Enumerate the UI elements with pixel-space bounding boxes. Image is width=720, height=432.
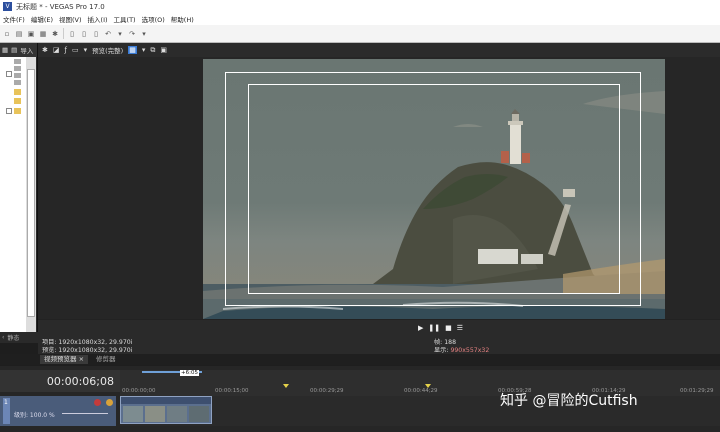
close-tab-icon[interactable]: × <box>79 355 84 363</box>
frame-info: 帧: 188 <box>434 339 457 346</box>
menu-help[interactable]: 帮助(H) <box>171 14 194 24</box>
stop-icon[interactable]: ■ <box>445 324 452 332</box>
explorer-copy-icon[interactable]: ▤ <box>11 46 17 54</box>
track-level-slider[interactable] <box>62 413 108 414</box>
menu-view[interactable]: 视图(V) <box>59 14 82 24</box>
vegas-app-icon: V <box>3 2 12 11</box>
ruler-tick-label: 00:01:29;29 <box>680 388 714 394</box>
explorer-grid-icon[interactable]: ▦ <box>2 46 8 54</box>
explorer-scrollbar[interactable] <box>26 57 36 332</box>
explorer-footer: ‹ 静态 <box>0 332 38 343</box>
import-label[interactable]: 导入 <box>20 45 33 55</box>
new-file-icon[interactable]: ▫ <box>3 30 11 38</box>
explorer-tree[interactable] <box>0 57 26 332</box>
video-preview-area <box>38 57 720 319</box>
video-track-header[interactable]: 1 级别: 100.0 % <box>0 396 116 426</box>
preview-stats-right: 帧: 188 显示: 990x557x32 <box>434 339 489 355</box>
display-label: 显示: <box>434 347 451 354</box>
fx-icon[interactable]: ƒ <box>65 46 67 54</box>
grid-overlay-icon[interactable]: ▦ <box>128 46 137 54</box>
video-clip[interactable] <box>120 396 212 424</box>
grid-dropdown-icon[interactable]: ▾ <box>142 46 146 54</box>
folder-icon[interactable] <box>14 108 21 114</box>
menu-edit[interactable]: 编辑(E) <box>31 14 53 24</box>
toolbar-divider <box>63 28 64 39</box>
quality-dropdown-icon[interactable]: ▾ <box>84 46 88 54</box>
scroll-left-icon[interactable]: ‹ <box>2 334 4 341</box>
ruler-tick-label: 00:00:15;00 <box>215 388 249 394</box>
track-number-strip: 1 <box>3 398 10 424</box>
preview-settings-gear-icon[interactable]: ✱ <box>42 46 48 54</box>
paste-icon[interactable]: ▯ <box>92 30 100 38</box>
redo-dropdown-icon[interactable]: ▾ <box>140 30 148 38</box>
undo-dropdown-icon[interactable]: ▾ <box>116 30 124 38</box>
preview-quality-select[interactable]: 预览(完整) <box>92 45 123 55</box>
panel-tab-row: 视频预览器 × 修剪器 <box>0 354 720 365</box>
window-title: 无标题 * - VEGAS Pro 17.0 <box>16 2 105 11</box>
transport-controls: ▶ ❚❚ ■ ☰ <box>418 324 463 332</box>
tab-video-preview[interactable]: 视频预览器 × <box>40 355 89 364</box>
menu-options[interactable]: 选项(O) <box>142 14 165 24</box>
video-frame[interactable] <box>203 59 665 319</box>
title-bar: V 无标题 * - VEGAS Pro 17.0 <box>0 0 720 13</box>
cut-icon[interactable]: ▯ <box>68 30 76 38</box>
copy-icon[interactable]: ▯ <box>80 30 88 38</box>
clip-header <box>121 397 211 404</box>
undo-icon[interactable]: ↶ <box>104 30 112 38</box>
ruler-tick-label: 00:00:00;00 <box>122 388 156 394</box>
drive-icon[interactable] <box>14 59 21 64</box>
ruler-tick-label: 00:00:29;29 <box>310 388 344 394</box>
main-toolbar: ▫ ▤ ▣ ▦ ✱ ▯ ▯ ▯ ↶ ▾ ↷ ▾ <box>0 25 720 43</box>
marker-icon[interactable] <box>283 384 289 388</box>
render-icon[interactable]: ▦ <box>39 30 47 38</box>
solo-icon[interactable] <box>106 399 113 406</box>
play-icon[interactable]: ▶ <box>418 324 423 332</box>
explorer-scroll-thumb[interactable] <box>27 69 35 317</box>
explorer-panel: ▦ ▤ 导入 ‹ 静态 <box>0 43 38 343</box>
mute-icon[interactable] <box>94 399 101 406</box>
tree-expand-icon[interactable] <box>6 71 12 77</box>
menu-bar: 文件(F) 编辑(E) 视图(V) 插入(I) 工具(T) 选项(O) 帮助(H… <box>0 13 720 25</box>
tab-trimmer[interactable]: 修剪器 <box>92 355 120 364</box>
ruler-tick-label: 00:00:44;29 <box>404 388 438 394</box>
open-folder-icon[interactable]: ▤ <box>15 30 23 38</box>
drive-icon[interactable] <box>14 80 21 85</box>
preview-stats-left: 项目: 1920x1080x32, 29.970i 预览: 1920x1080x… <box>42 339 132 355</box>
redo-icon[interactable]: ↷ <box>128 30 136 38</box>
track-number: 1 <box>4 399 8 406</box>
menu-insert[interactable]: 插入(I) <box>88 14 108 24</box>
zhihu-watermark: 知乎 @冒险的Cutfish <box>500 393 638 409</box>
pause-icon[interactable]: ❚❚ <box>428 324 440 332</box>
project-info: 项目: 1920x1080x32, 29.970i <box>42 339 133 346</box>
clip-thumbnail <box>123 406 209 422</box>
track-level-label: 级别: 100.0 % <box>14 412 55 419</box>
copy-snapshot-icon[interactable]: ⧉ <box>150 46 155 55</box>
loop-length-tag: +6:05 <box>180 370 199 376</box>
tab-video-preview-label: 视频预览器 <box>44 355 77 363</box>
save-snapshot-icon[interactable]: ▣ <box>160 46 167 54</box>
menu-file[interactable]: 文件(F) <box>3 14 25 24</box>
menu-tools[interactable]: 工具(T) <box>114 14 136 24</box>
drive-icon[interactable] <box>14 73 21 78</box>
tree-expand-icon[interactable] <box>6 108 12 114</box>
menu-list-icon[interactable]: ☰ <box>457 324 463 332</box>
settings-gear-icon[interactable]: ✱ <box>51 30 59 38</box>
drive-icon[interactable] <box>14 66 21 71</box>
explorer-footer-label: 静态 <box>7 335 20 342</box>
preview-toolbar: ✱ ◪ ƒ ▭ ▾ 预览(完整) ▦ ▾ ⧉ ▣ <box>38 43 720 57</box>
save-icon[interactable]: ▣ <box>27 30 35 38</box>
timecode-display: 00:00:06;08 <box>0 370 120 392</box>
folder-icon[interactable] <box>14 89 21 95</box>
folder-icon[interactable] <box>14 98 21 104</box>
split-screen-icon[interactable]: ◪ <box>53 46 60 54</box>
display-value: 990x557x32 <box>450 347 490 354</box>
explorer-header: ▦ ▤ 导入 <box>0 43 37 57</box>
preview-info-bar: ▶ ❚❚ ■ ☰ 项目: 1920x1080x32, 29.970i 预览: 1… <box>38 319 720 357</box>
safe-area-inner <box>248 84 620 294</box>
overlay-icon[interactable]: ▭ <box>72 46 79 54</box>
